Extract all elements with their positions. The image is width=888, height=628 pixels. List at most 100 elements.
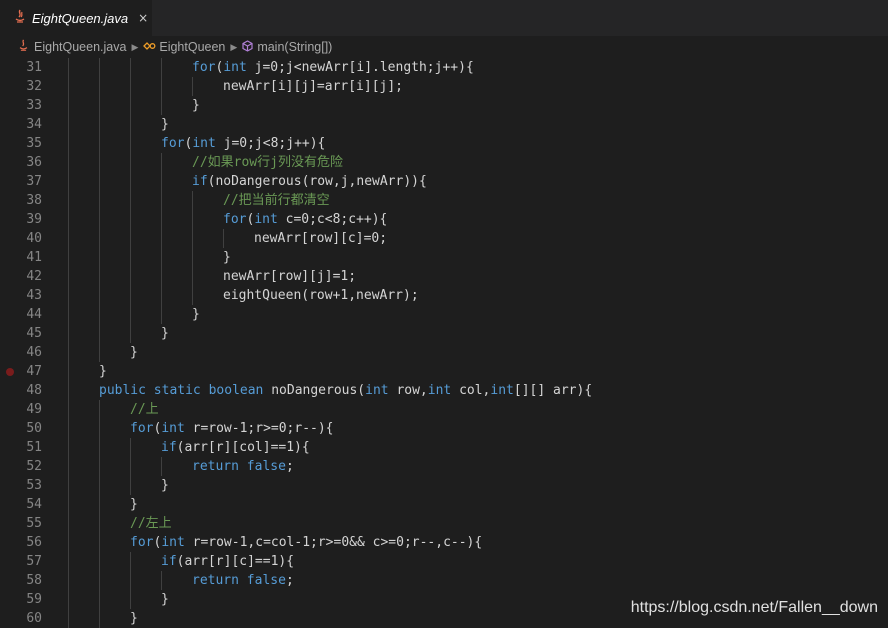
code-line[interactable]: 39 for(int c=0;c<8;c++){ [0,210,888,229]
indent-guide [99,58,100,77]
indent-guide [161,267,162,286]
code-line[interactable]: 47} [0,362,888,381]
code-text: for(int r=row-1,c=col-1;r>=0&& c>=0;r--,… [130,535,483,550]
code-line[interactable]: 33} [0,96,888,115]
line-number: 35 [26,136,42,151]
line-number: 47 [26,364,42,379]
tab-eightqueen[interactable]: EightQueen.java × [0,0,152,36]
code-editor[interactable]: 31 for(int j=0;j<newArr[i].length;j++){32… [0,58,888,628]
code-line[interactable]: 50 for(int r=row-1;r>=0;r--){ [0,419,888,438]
code-line[interactable]: 51 if(arr[r][col]==1){ [0,438,888,457]
code-line[interactable]: 57 if(arr[r][c]==1){ [0,552,888,571]
breadcrumb-file[interactable]: EightQueen.java [18,39,126,55]
code-text: } [192,98,200,113]
code-text: } [130,497,138,512]
indent-guide [99,476,100,495]
indent-guide [130,267,131,286]
breadcrumb-method[interactable]: main(String[]) [242,39,333,55]
code-text: if(noDangerous(row,j,newArr)){ [192,174,427,189]
code-text: public static boolean noDangerous(int ro… [99,383,593,398]
code-line[interactable]: 48 public static boolean noDangerous(int … [0,381,888,400]
indent-guide [68,286,69,305]
indent-guide [99,96,100,115]
code-text: } [192,307,200,322]
indent-guide [99,533,100,552]
code-line[interactable]: 40 newArr[row][c]=0; [0,229,888,248]
indent-guide [130,172,131,191]
indent-guide [68,77,69,96]
tab-label: EightQueen.java [32,10,129,26]
indent-guide [68,172,69,191]
indent-guide [99,495,100,514]
indent-guide [68,476,69,495]
indent-guide [68,134,69,153]
code-line[interactable]: 36 //如果row行j列没有危险 [0,153,888,172]
code-line[interactable]: 49 //上 [0,400,888,419]
indent-guide [192,248,193,267]
line-number: 40 [26,231,42,246]
code-line[interactable]: 34} [0,115,888,134]
code-line[interactable]: 32 newArr[i][j]=arr[i][j]; [0,77,888,96]
code-text: } [161,326,169,341]
code-line[interactable]: 53} [0,476,888,495]
indent-guide [130,552,131,571]
code-line[interactable]: 56 for(int r=row-1,c=col-1;r>=0&& c>=0;r-… [0,533,888,552]
code-text: } [99,364,107,379]
code-line[interactable]: 38 //把当前行都清空 [0,191,888,210]
indent-guide [161,305,162,324]
code-line[interactable]: 55 //左上 [0,514,888,533]
code-line[interactable]: 37 if(noDangerous(row,j,newArr)){ [0,172,888,191]
indent-guide [68,343,69,362]
code-text: for(int r=row-1;r>=0;r--){ [130,421,334,436]
code-text: return false; [192,459,294,474]
indent-guide [161,77,162,96]
code-line[interactable]: 52 return false; [0,457,888,476]
indent-guide [99,400,100,419]
line-number: 39 [26,212,42,227]
code-line[interactable]: 35 for(int j=0;j<8;j++){ [0,134,888,153]
indent-guide [99,609,100,628]
indent-guide [99,438,100,457]
code-line[interactable]: 45} [0,324,888,343]
tab-bar: EightQueen.java × [0,0,888,36]
code-line[interactable]: 44} [0,305,888,324]
code-line[interactable]: 58 return false; [0,571,888,590]
indent-guide [68,457,69,476]
indent-guide [192,229,193,248]
indent-guide [130,248,131,267]
chevron-right-icon: ▶ [230,41,238,52]
code-line[interactable]: 46} [0,343,888,362]
indent-guide [68,590,69,609]
indent-guide [68,381,69,400]
code-line[interactable]: 31 for(int j=0;j<newArr[i].length;j++){ [0,58,888,77]
method-cube-icon [242,39,253,55]
breadcrumb-class[interactable]: EightQueen [143,40,225,55]
line-number: 45 [26,326,42,341]
indent-guide [68,229,69,248]
indent-guide [192,191,193,210]
chevron-right-icon: ▶ [131,41,139,52]
indent-guide [130,115,131,134]
code-text: } [161,117,169,132]
indent-guide [99,305,100,324]
indent-guide [161,248,162,267]
code-text: eightQueen(row+1,newArr); [223,288,419,303]
breadcrumb-method-label: main(String[]) [257,40,333,54]
indent-guide [161,96,162,115]
indent-guide [99,571,100,590]
indent-guide [130,77,131,96]
code-line[interactable]: 43 eightQueen(row+1,newArr); [0,286,888,305]
code-line[interactable]: 42 newArr[row][j]=1; [0,267,888,286]
indent-guide [99,134,100,153]
close-icon[interactable]: × [138,11,148,25]
indent-guide [99,324,100,343]
indent-guide [68,210,69,229]
indent-guide [68,248,69,267]
indent-guide [130,153,131,172]
code-line[interactable]: 54} [0,495,888,514]
code-line[interactable]: 41} [0,248,888,267]
line-number: 31 [26,60,42,75]
indent-guide [99,514,100,533]
indent-guide [161,210,162,229]
indent-guide [99,286,100,305]
